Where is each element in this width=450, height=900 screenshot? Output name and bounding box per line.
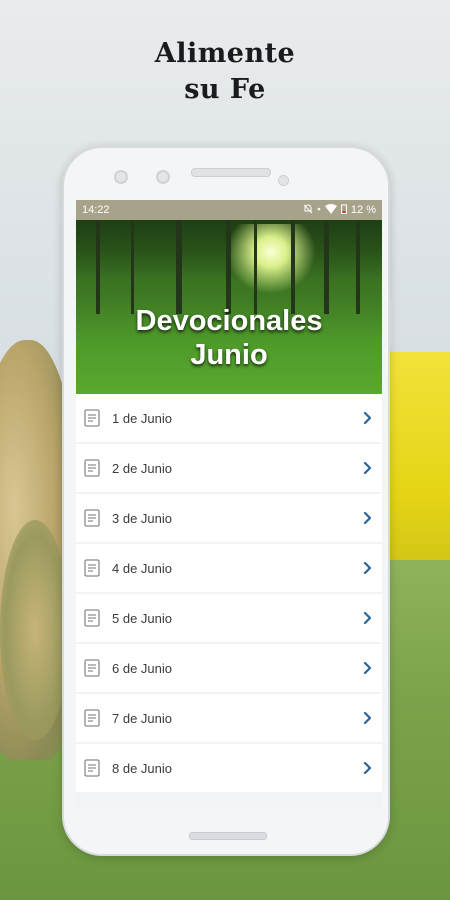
list-item[interactable]: 2 de Junio — [76, 444, 382, 492]
list-item-label: 2 de Junio — [112, 460, 172, 476]
banner-title: Devocionales Junio — [135, 305, 323, 371]
document-icon — [84, 709, 100, 727]
sunlight — [226, 224, 316, 294]
chevron-right-icon — [363, 761, 372, 775]
notifications-off-icon — [303, 203, 313, 217]
chevron-right-icon — [363, 561, 372, 575]
wifi-icon — [324, 203, 337, 217]
list-item-label: 5 de Junio — [112, 610, 172, 626]
side-button — [390, 298, 394, 346]
bottom-speaker — [189, 832, 267, 840]
battery-percent: 12 % — [350, 204, 376, 216]
header-banner: Devocionales Junio — [76, 220, 382, 394]
phone-frame: 14:22 12 % Devocionales Junio 1 de Junio… — [62, 146, 394, 856]
front-sensor — [156, 170, 170, 184]
front-camera — [114, 170, 128, 184]
chevron-right-icon — [363, 511, 372, 525]
chevron-right-icon — [363, 411, 372, 425]
battery-icon — [340, 204, 347, 217]
chevron-right-icon — [363, 661, 372, 675]
status-icons: 12 % — [303, 203, 376, 217]
tree-trunk — [254, 220, 257, 314]
chevron-right-icon — [363, 461, 372, 475]
document-icon — [84, 659, 100, 677]
document-icon — [84, 459, 100, 477]
list-item-label: 6 de Junio — [112, 660, 172, 676]
list-item[interactable]: 5 de Junio — [76, 594, 382, 642]
proximity-sensor — [278, 175, 289, 186]
earpiece-speaker — [191, 168, 271, 177]
list-item[interactable]: 7 de Junio — [76, 694, 382, 742]
document-icon — [84, 609, 100, 627]
list-item[interactable]: 3 de Junio — [76, 494, 382, 542]
tree-trunk — [356, 220, 360, 314]
tree-shrub — [0, 520, 70, 740]
dot-icon — [317, 204, 321, 217]
tree-trunk — [176, 220, 182, 314]
list-item-label: 3 de Junio — [112, 510, 172, 526]
chevron-right-icon — [363, 611, 372, 625]
tree-trunk — [324, 220, 329, 314]
list-item[interactable]: 8 de Junio — [76, 744, 382, 792]
chevron-right-icon — [363, 711, 372, 725]
list-item[interactable]: 1 de Junio — [76, 394, 382, 442]
tree-trunk — [131, 220, 134, 314]
status-bar: 14:22 12 % — [76, 200, 382, 220]
list-item-label: 7 de Junio — [112, 710, 172, 726]
list-item[interactable]: 6 de Junio — [76, 644, 382, 692]
tree-trunk — [96, 220, 100, 314]
list-item-label: 1 de Junio — [112, 410, 172, 426]
list-item-label: 8 de Junio — [112, 760, 172, 776]
devotional-list: 1 de Junio 2 de Junio 3 de Junio 4 de Junio… — [76, 394, 382, 792]
document-icon — [84, 409, 100, 427]
status-time: 14:22 — [82, 204, 110, 216]
document-icon — [84, 559, 100, 577]
document-icon — [84, 509, 100, 527]
app-screen: 14:22 12 % Devocionales Junio 1 de Junio… — [76, 200, 382, 808]
tree-trunk — [291, 220, 295, 314]
document-icon — [84, 759, 100, 777]
tree-trunk — [226, 220, 231, 314]
list-item-label: 4 de Junio — [112, 560, 172, 576]
promo-headline: Alimente su Fe — [154, 38, 296, 105]
list-item[interactable]: 4 de Junio — [76, 544, 382, 592]
